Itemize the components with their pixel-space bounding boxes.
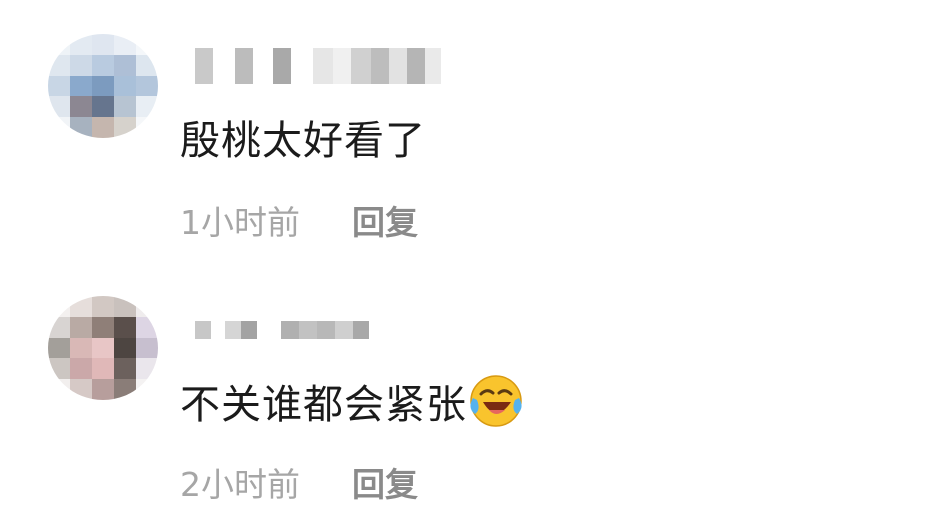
comment-text: 殷桃太好看了 — [180, 118, 426, 164]
comment-meta: 1小时前 回复 — [180, 196, 418, 244]
timestamp: 1小时前 — [180, 203, 300, 242]
reply-button[interactable]: 回复 — [352, 196, 418, 244]
laughing-crying-emoji-icon — [469, 374, 523, 428]
comment-text: 不关谁都会紧张 — [180, 372, 523, 430]
reply-button[interactable]: 回复 — [352, 458, 418, 506]
timestamp: 2小时前 — [180, 465, 300, 504]
username-blurred[interactable] — [195, 48, 465, 84]
comment-text-content: 不关谁都会紧张 — [180, 382, 467, 428]
username-blurred[interactable] — [195, 320, 465, 340]
avatar[interactable] — [48, 34, 158, 138]
avatar[interactable] — [48, 296, 158, 400]
comment-meta: 2小时前 回复 — [180, 458, 418, 506]
